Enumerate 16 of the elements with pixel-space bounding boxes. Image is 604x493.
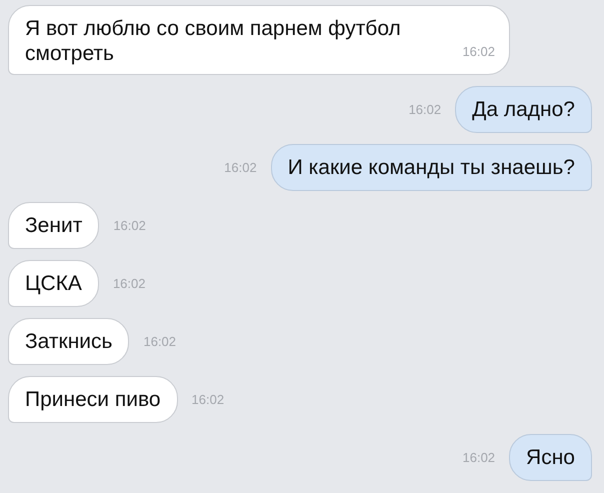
- message-bubble: Заткнись: [8, 318, 130, 364]
- message-bubble: Зенит: [8, 202, 100, 248]
- message-text: Я вот люблю со своим парнем футбол смотреть: [25, 16, 402, 66]
- message-time: 16:02: [192, 392, 224, 406]
- message-time: 16:02: [462, 43, 495, 61]
- message-time: 16:02: [143, 334, 176, 348]
- message-bubble: ЦСКА: [8, 260, 99, 306]
- message-time: 16:02: [112, 276, 146, 290]
- message-bubble: Принеси пиво: [8, 376, 178, 422]
- message-bubble: И какие команды ты знаешь?: [270, 144, 592, 190]
- message-bubble: Ясно: [509, 434, 592, 480]
- message-time: 16:02: [224, 160, 257, 174]
- message-time: 16:02: [408, 102, 442, 116]
- message-time: 16:02: [113, 218, 146, 232]
- message-time: 16:02: [462, 450, 496, 464]
- message-bubble: Да ладно?: [455, 86, 592, 132]
